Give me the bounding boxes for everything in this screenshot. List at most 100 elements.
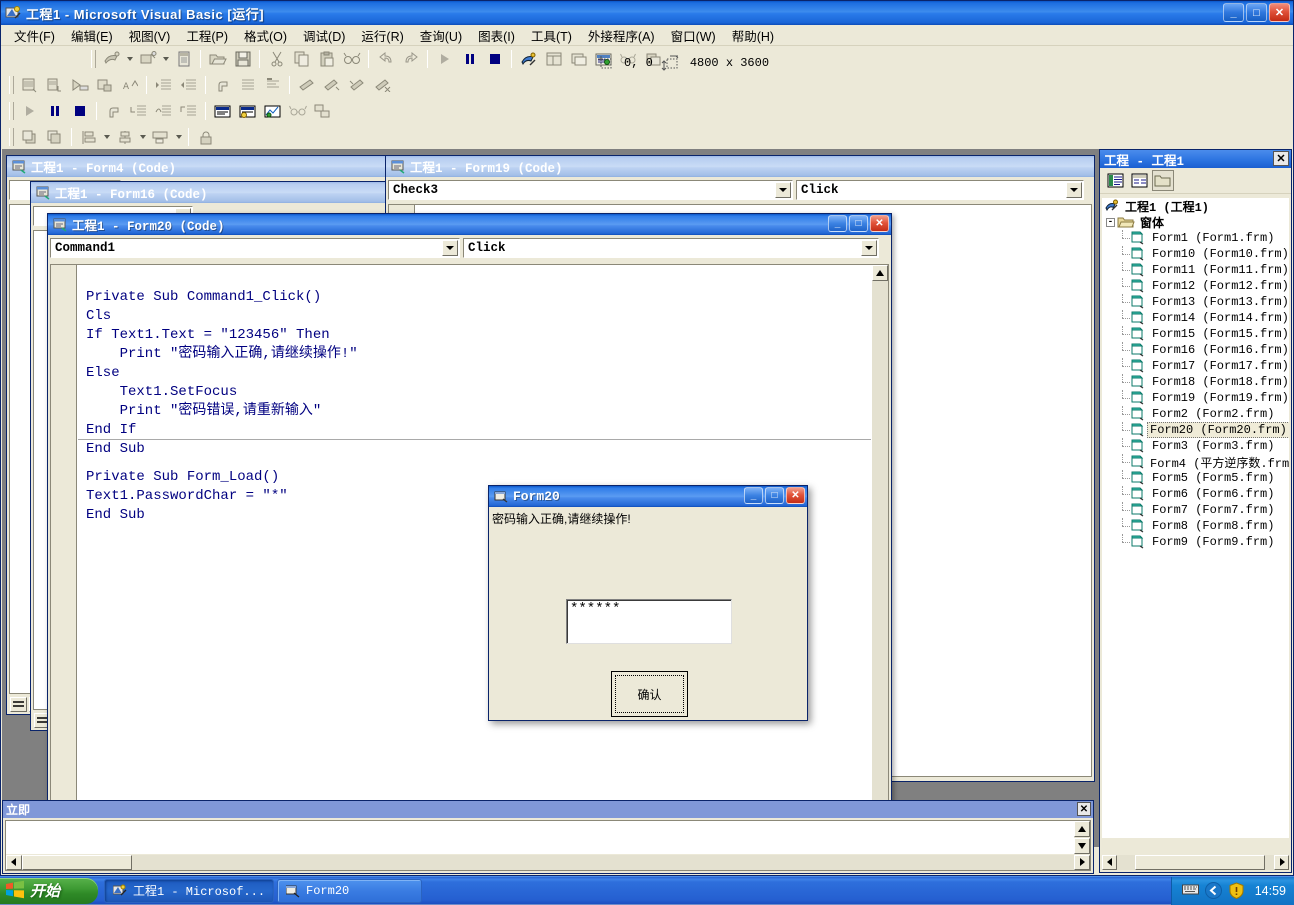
confirm-button[interactable]: 确认 xyxy=(611,671,688,717)
code-window-minimize-button[interactable]: _ xyxy=(828,215,847,232)
scroll-down-button[interactable] xyxy=(1074,838,1090,854)
form19-procedure-combo[interactable]: Click xyxy=(796,180,1084,200)
menu-item-format[interactable]: 格式(O) xyxy=(236,24,295,47)
bring-to-front-icon[interactable] xyxy=(18,126,41,148)
menu-item-run[interactable]: 运行(R) xyxy=(353,24,411,47)
menu-item-project[interactable]: 工程(P) xyxy=(178,24,236,47)
align-dropdown-icon[interactable] xyxy=(101,126,112,148)
runtime-form-form20[interactable]: Form20 _ □ ✕ 密码输入正确,请继续操作! ****** 确认 xyxy=(488,485,808,721)
menu-item-window[interactable]: 窗口(W) xyxy=(663,24,724,47)
code-window-form19-titlebar[interactable]: 工程1 - Form19 (Code) xyxy=(386,156,1094,177)
comment-block-icon[interactable] xyxy=(236,74,259,96)
quick-info-icon[interactable] xyxy=(68,74,91,96)
tree-node-form[interactable]: Form17 (Form17.frm) xyxy=(1102,358,1289,374)
parameter-info-icon[interactable] xyxy=(93,74,116,96)
tree-node-form[interactable]: Form7 (Form7.frm) xyxy=(1102,502,1289,518)
code-window-form20-titlebar[interactable]: 工程1 - Form20 (Code) _ □ ✕ xyxy=(48,214,891,235)
toolbar-grip[interactable] xyxy=(9,76,14,94)
tree-node-form[interactable]: Form6 (Form6.frm) xyxy=(1102,486,1289,502)
next-bookmark-icon[interactable] xyxy=(320,74,343,96)
project-explorer-titlebar[interactable]: 工程 - 工程1 ✕ xyxy=(1100,150,1291,168)
menu-item-query[interactable]: 查询(U) xyxy=(412,24,470,47)
form20-object-combo[interactable]: Command1 xyxy=(50,238,460,258)
view-object-icon[interactable] xyxy=(1128,170,1150,191)
copy-icon[interactable] xyxy=(290,48,313,70)
hscroll-thumb[interactable] xyxy=(22,855,132,870)
runtime-form-maximize-button[interactable]: □ xyxy=(765,487,784,504)
list-properties-icon[interactable] xyxy=(18,74,41,96)
tree-node-form[interactable]: Form8 (Form8.frm) xyxy=(1102,518,1289,534)
vscroll-track[interactable] xyxy=(872,281,888,807)
chevron-down-icon[interactable] xyxy=(442,240,458,256)
tree-node-form[interactable]: Form19 (Form19.frm) xyxy=(1102,390,1289,406)
immediate-window-content[interactable] xyxy=(6,821,1074,854)
debug-start-icon[interactable] xyxy=(18,100,41,122)
toggle-bookmark-icon[interactable] xyxy=(295,74,318,96)
menu-item-help[interactable]: 帮助(H) xyxy=(724,24,782,47)
code-window-form4-titlebar[interactable]: 工程1 - Form4 (Code) xyxy=(7,156,385,177)
tree-node-form[interactable]: Form16 (Form16.frm) xyxy=(1102,342,1289,358)
tree-expander[interactable]: - xyxy=(1104,218,1117,227)
immediate-window-body[interactable] xyxy=(5,820,1091,871)
taskbar-item-vb[interactable]: 工程1 - Microsof... xyxy=(104,879,274,903)
tree-node-form[interactable]: Form4 (平方逆序数.frm) xyxy=(1102,454,1289,470)
tree-node-form[interactable]: Form2 (Form2.frm) xyxy=(1102,406,1289,422)
menu-item-edit[interactable]: 编辑(E) xyxy=(63,24,121,47)
center-dropdown-icon[interactable] xyxy=(137,126,148,148)
step-out-icon[interactable] xyxy=(177,100,200,122)
chevron-down-icon[interactable] xyxy=(1066,182,1082,198)
form19-object-combo[interactable]: Check3 xyxy=(388,180,793,200)
tree-node-project[interactable]: 工程1 (工程1) xyxy=(1102,198,1289,214)
menu-item-view[interactable]: 视图(V) xyxy=(121,24,179,47)
runtime-form-close-button[interactable]: ✕ xyxy=(786,487,805,504)
add-form-icon[interactable] xyxy=(136,48,159,70)
uncomment-block-icon[interactable] xyxy=(261,74,284,96)
debug-break-icon[interactable] xyxy=(43,100,66,122)
tree-node-form[interactable]: Form15 (Form15.frm) xyxy=(1102,326,1289,342)
breakpoint-icon[interactable] xyxy=(102,100,125,122)
menu-item-tools[interactable]: 工具(T) xyxy=(523,24,580,47)
form20-vscrollbar[interactable] xyxy=(872,265,888,823)
tree-node-form[interactable]: Form13 (Form13.frm) xyxy=(1102,294,1289,310)
complete-word-icon[interactable]: A xyxy=(118,74,141,96)
lock-controls-icon[interactable] xyxy=(194,126,217,148)
toggle-breakpoint-icon[interactable] xyxy=(211,74,234,96)
runtime-form-titlebar[interactable]: Form20 _ □ ✕ xyxy=(489,486,807,507)
center-icon[interactable] xyxy=(113,126,136,148)
hscroll-track[interactable] xyxy=(1117,855,1274,870)
find-icon[interactable] xyxy=(340,48,363,70)
debug-end-icon[interactable] xyxy=(68,100,91,122)
watch-window-icon[interactable] xyxy=(236,100,259,122)
form-layout-icon[interactable] xyxy=(567,48,590,70)
start-button[interactable]: 开始 xyxy=(0,878,98,904)
immediate-window-close-button[interactable]: ✕ xyxy=(1077,802,1091,816)
list-constants-icon[interactable] xyxy=(43,74,66,96)
save-project-icon[interactable] xyxy=(231,48,254,70)
add-project-dropdown-icon[interactable] xyxy=(124,48,135,70)
view-code-icon[interactable] xyxy=(1104,170,1126,191)
add-project-icon[interactable] xyxy=(100,48,123,70)
toolbar-grip[interactable] xyxy=(91,50,96,68)
indent-icon[interactable] xyxy=(152,74,175,96)
tree-node-form[interactable]: Form5 (Form5.frm) xyxy=(1102,470,1289,486)
chevron-down-icon[interactable] xyxy=(775,182,791,198)
scroll-up-button[interactable] xyxy=(872,265,888,281)
call-stack-icon[interactable] xyxy=(286,100,309,122)
break-icon[interactable] xyxy=(458,48,481,70)
end-icon[interactable] xyxy=(483,48,506,70)
scroll-left-button[interactable] xyxy=(1102,855,1117,870)
project-explorer-tree[interactable]: 工程1 (工程1) - 窗体 Form1 (Form1.frm)Form10 (… xyxy=(1102,198,1289,838)
taskbar-item-form20[interactable]: Form20 xyxy=(277,879,422,903)
align-icon[interactable] xyxy=(77,126,100,148)
code-window-close-button[interactable]: ✕ xyxy=(870,215,889,232)
scroll-right-button[interactable] xyxy=(1074,855,1090,870)
code-window-form16-titlebar[interactable]: 工程1 - Form16 (Code) xyxy=(31,182,407,203)
toolbar-grip[interactable] xyxy=(9,128,14,146)
step-into-icon[interactable] xyxy=(127,100,150,122)
tree-node-form[interactable]: Form12 (Form12.frm) xyxy=(1102,278,1289,294)
immediate-window[interactable]: 立即 ✕ xyxy=(2,800,1094,874)
toggle-folders-icon[interactable] xyxy=(1152,170,1174,191)
paste-icon[interactable] xyxy=(315,48,338,70)
clear-bookmarks-icon[interactable] xyxy=(370,74,393,96)
security-shield-icon[interactable] xyxy=(1228,882,1245,899)
